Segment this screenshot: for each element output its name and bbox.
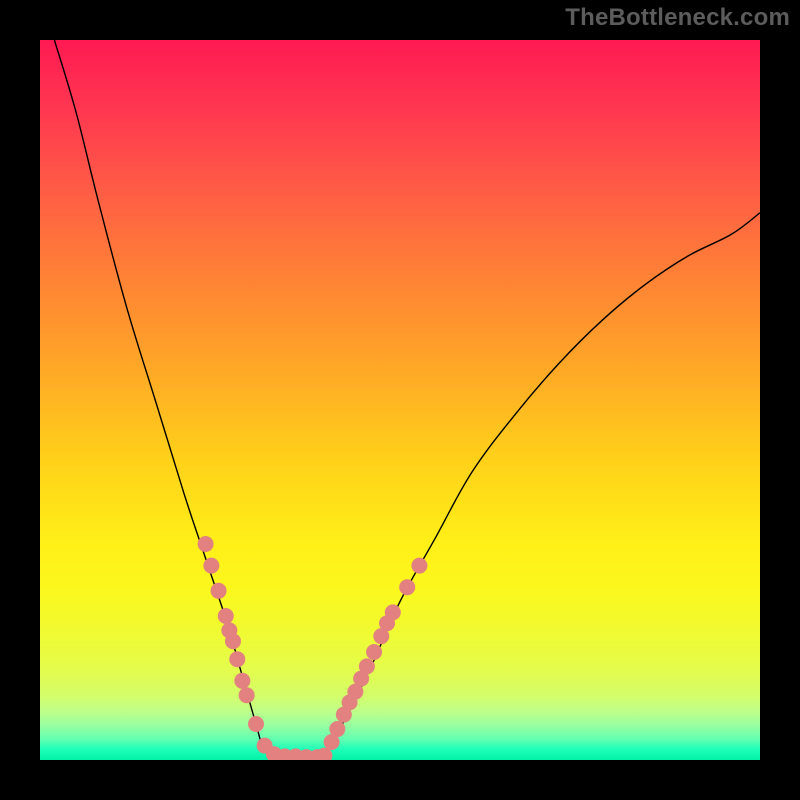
data-point bbox=[234, 673, 250, 689]
data-point bbox=[329, 721, 345, 737]
plot-area bbox=[40, 40, 760, 760]
data-point bbox=[411, 558, 427, 574]
data-point bbox=[239, 687, 255, 703]
data-point bbox=[225, 633, 241, 649]
data-point bbox=[366, 644, 382, 660]
data-point bbox=[359, 658, 375, 674]
data-point bbox=[229, 651, 245, 667]
chart-stage: TheBottleneck.com bbox=[0, 0, 800, 800]
data-point bbox=[248, 716, 264, 732]
data-points-layer bbox=[40, 40, 760, 760]
data-point bbox=[399, 579, 415, 595]
data-point bbox=[385, 604, 401, 620]
data-point bbox=[198, 536, 214, 552]
data-point bbox=[211, 583, 227, 599]
data-point bbox=[203, 558, 219, 574]
watermark-text: TheBottleneck.com bbox=[565, 4, 790, 32]
data-point bbox=[218, 608, 234, 624]
